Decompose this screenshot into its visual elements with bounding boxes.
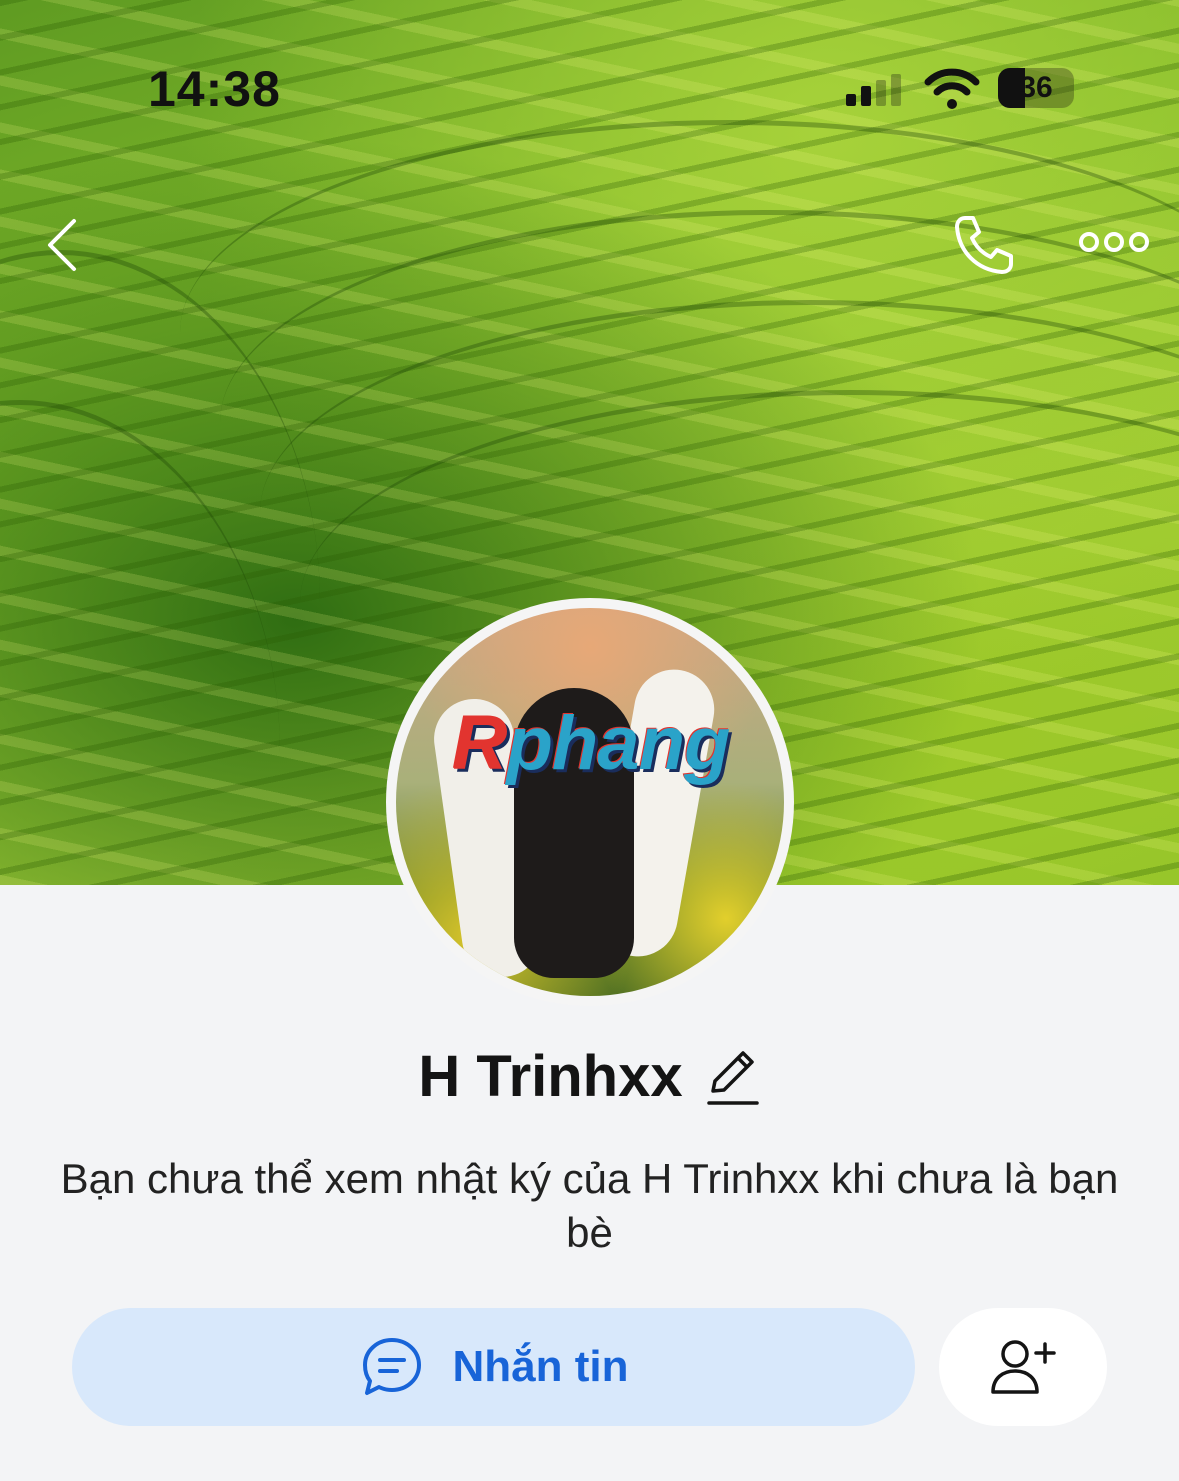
more-dots-icon [1079, 232, 1149, 252]
battery-level: 36 [1019, 71, 1053, 104]
phone-icon [955, 216, 1013, 274]
status-bar: 14:38 36 [0, 0, 1179, 180]
pencil-icon[interactable] [705, 1045, 761, 1107]
message-button[interactable]: Nhắn tin [72, 1308, 915, 1426]
chat-bubble-icon [362, 1338, 421, 1395]
back-button[interactable] [32, 210, 92, 280]
cellular-signal-icon [846, 74, 906, 106]
watermark-logo: Rphang [452, 701, 731, 786]
message-button-label: Nhắn tin [452, 1342, 629, 1391]
avatar[interactable]: Rphang [386, 598, 794, 1006]
call-button[interactable] [946, 210, 1020, 280]
status-time: 14:38 [148, 61, 281, 117]
avatar-photo: Rphang [396, 608, 784, 996]
add-friend-button[interactable] [939, 1308, 1107, 1426]
chevron-left-icon [48, 219, 76, 271]
profile-name: H Trinhxx [418, 1043, 683, 1109]
more-options-button[interactable] [1074, 220, 1154, 264]
privacy-note: Bạn chưa thể xem nhật ký của H Trinhxx k… [60, 1155, 1119, 1256]
battery-icon: 36 [998, 68, 1074, 108]
wifi-icon [924, 68, 980, 109]
add-friend-icon [991, 1340, 1056, 1394]
profile-name-row: H Trinhxx [0, 1036, 1179, 1116]
